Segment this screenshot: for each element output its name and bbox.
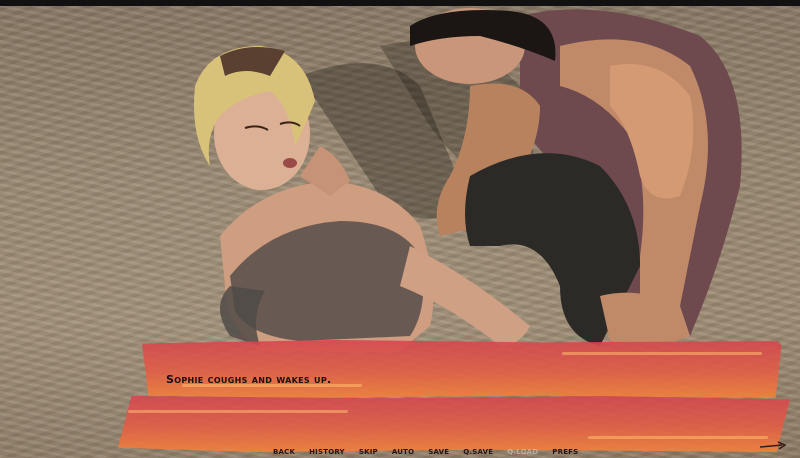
quick-menu-qload-button[interactable]: Q.Load [500,448,545,456]
dialogue-plank-top [142,340,782,398]
quick-menu-prefs-button[interactable]: Prefs [545,448,585,456]
quick-menu: Back History Skip Auto Save Q.Save Q.Loa… [266,446,585,458]
dialogue-box[interactable] [118,340,790,452]
quick-menu-qsave-button[interactable]: Q.Save [456,448,500,456]
quick-menu-history-button[interactable]: History [302,448,352,456]
dialogue-text: Sophie coughs and wakes up. [166,373,332,386]
quick-menu-skip-button[interactable]: Skip [352,448,385,456]
next-arrow-icon[interactable] [758,440,788,452]
dialogue-plank-bottom [118,396,790,452]
quick-menu-back-button[interactable]: Back [266,448,302,456]
quick-menu-save-button[interactable]: Save [421,448,456,456]
quick-menu-auto-button[interactable]: Auto [385,448,421,456]
